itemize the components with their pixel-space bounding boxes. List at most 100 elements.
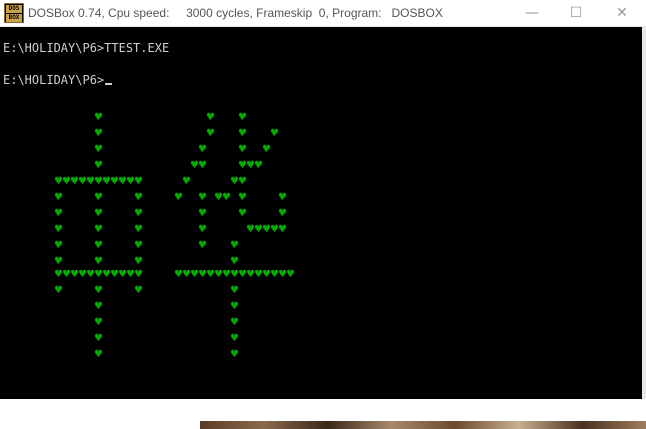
green-heart-pixel: ♥ — [246, 160, 255, 171]
green-heart-pixel: ♥ — [230, 176, 239, 187]
green-heart-pixel: ♥ — [118, 269, 127, 280]
green-heart-pixel: ♥ — [102, 269, 111, 280]
green-heart-pixel: ♥ — [94, 301, 103, 312]
green-heart-pixel: ♥ — [230, 269, 239, 280]
green-heart-pixel: ♥ — [262, 269, 271, 280]
console-line-command: E:\HOLIDAY\P6>TTEST.EXE — [3, 41, 170, 55]
console-line-prompt: E:\HOLIDAY\P6> — [3, 73, 113, 87]
green-heart-pixel: ♥ — [230, 301, 239, 312]
dosbox-window: DOS BOX DOSBox 0.74, Cpu speed: 3000 cyc… — [0, 0, 646, 429]
green-heart-pixel: ♥ — [94, 128, 103, 139]
green-heart-pixel: ♥ — [230, 240, 239, 251]
green-heart-pixel: ♥ — [238, 208, 247, 219]
green-heart-pixel: ♥ — [94, 333, 103, 344]
green-heart-pixel: ♥ — [222, 269, 231, 280]
green-heart-pixel: ♥ — [230, 349, 239, 360]
close-button[interactable]: ✕ — [600, 0, 644, 26]
green-heart-pixel: ♥ — [222, 192, 231, 203]
dosbox-app-icon[interactable]: DOS BOX — [4, 3, 24, 23]
green-heart-pixel: ♥ — [238, 144, 247, 155]
green-heart-pixel: ♥ — [214, 192, 223, 203]
green-heart-pixel: ♥ — [198, 160, 207, 171]
green-heart-pixel: ♥ — [86, 176, 95, 187]
green-heart-pixel: ♥ — [94, 176, 103, 187]
green-heart-pixel: ♥ — [262, 144, 271, 155]
green-heart-pixel: ♥ — [94, 256, 103, 267]
green-heart-pixel: ♥ — [214, 269, 223, 280]
green-heart-pixel: ♥ — [198, 240, 207, 251]
minimize-button[interactable]: — — [510, 0, 554, 26]
green-heart-pixel: ♥ — [126, 176, 135, 187]
green-heart-pixel: ♥ — [198, 144, 207, 155]
green-heart-pixel: ♥ — [134, 192, 143, 203]
window-title: DOSBox 0.74, Cpu speed: 3000 cycles, Fra… — [28, 6, 443, 20]
green-heart-pixel: ♥ — [182, 176, 191, 187]
green-heart-pixel: ♥ — [174, 269, 183, 280]
title-bar[interactable]: DOS BOX DOSBox 0.74, Cpu speed: 3000 cyc… — [0, 0, 646, 27]
maximize-button[interactable]: ☐ — [554, 0, 598, 26]
green-heart-pixel: ♥ — [238, 128, 247, 139]
green-heart-pixel: ♥ — [54, 208, 63, 219]
green-heart-pixel: ♥ — [270, 269, 279, 280]
green-heart-pixel: ♥ — [182, 269, 191, 280]
green-heart-pixel: ♥ — [270, 224, 279, 235]
green-heart-pixel: ♥ — [94, 144, 103, 155]
green-heart-pixel: ♥ — [190, 160, 199, 171]
desktop-background-strip — [200, 421, 646, 429]
green-heart-pixel: ♥ — [262, 224, 271, 235]
green-heart-pixel: ♥ — [70, 176, 79, 187]
green-heart-pixel: ♥ — [238, 192, 247, 203]
green-heart-pixel: ♥ — [270, 128, 279, 139]
green-heart-pixel: ♥ — [254, 160, 263, 171]
green-heart-pixel: ♥ — [198, 224, 207, 235]
green-heart-pixel: ♥ — [110, 176, 119, 187]
green-heart-pixel: ♥ — [94, 349, 103, 360]
green-heart-pixel: ♥ — [230, 317, 239, 328]
green-heart-pixel: ♥ — [94, 285, 103, 296]
green-heart-pixel: ♥ — [62, 176, 71, 187]
green-heart-pixel: ♥ — [54, 192, 63, 203]
dos-console[interactable]: E:\HOLIDAY\P6>TTEST.EXE E:\HOLIDAY\P6> ♥… — [0, 27, 642, 399]
green-heart-pixel: ♥ — [206, 128, 215, 139]
green-heart-pixel: ♥ — [134, 269, 143, 280]
green-heart-pixel: ♥ — [78, 176, 87, 187]
green-heart-pixel: ♥ — [206, 269, 215, 280]
green-heart-pixel: ♥ — [54, 285, 63, 296]
green-heart-pixel: ♥ — [78, 269, 87, 280]
green-heart-pixel: ♥ — [134, 240, 143, 251]
green-heart-pixel: ♥ — [198, 192, 207, 203]
green-heart-pixel: ♥ — [238, 160, 247, 171]
text-cursor — [105, 83, 113, 85]
green-heart-pixel: ♥ — [278, 192, 287, 203]
green-heart-pixel: ♥ — [94, 240, 103, 251]
green-heart-pixel: ♥ — [278, 224, 287, 235]
green-heart-pixel: ♥ — [254, 269, 263, 280]
green-heart-pixel: ♥ — [134, 208, 143, 219]
window-right-edge — [642, 27, 646, 399]
green-heart-pixel: ♥ — [70, 269, 79, 280]
green-heart-pixel: ♥ — [238, 269, 247, 280]
green-heart-pixel: ♥ — [254, 224, 263, 235]
app-icon-label-top: DOS — [6, 5, 22, 13]
green-heart-pixel: ♥ — [126, 269, 135, 280]
green-heart-pixel: ♥ — [278, 269, 287, 280]
green-heart-pixel: ♥ — [94, 269, 103, 280]
green-heart-pixel: ♥ — [54, 240, 63, 251]
green-heart-pixel: ♥ — [94, 112, 103, 123]
green-heart-pixel: ♥ — [94, 224, 103, 235]
green-heart-pixel: ♥ — [238, 176, 247, 187]
green-heart-pixel: ♥ — [54, 256, 63, 267]
green-heart-pixel: ♥ — [174, 192, 183, 203]
green-heart-pixel: ♥ — [230, 285, 239, 296]
green-heart-pixel: ♥ — [94, 317, 103, 328]
green-heart-pixel: ♥ — [198, 269, 207, 280]
green-heart-pixel: ♥ — [102, 176, 111, 187]
prompt-text: E:\HOLIDAY\P6> — [3, 73, 105, 87]
green-heart-pixel: ♥ — [230, 256, 239, 267]
green-heart-pixel: ♥ — [238, 112, 247, 123]
green-heart-pixel: ♥ — [94, 208, 103, 219]
green-heart-pixel: ♥ — [86, 269, 95, 280]
app-icon-label-bottom: BOX — [6, 14, 22, 22]
green-heart-pixel: ♥ — [246, 269, 255, 280]
green-heart-pixel: ♥ — [54, 176, 63, 187]
